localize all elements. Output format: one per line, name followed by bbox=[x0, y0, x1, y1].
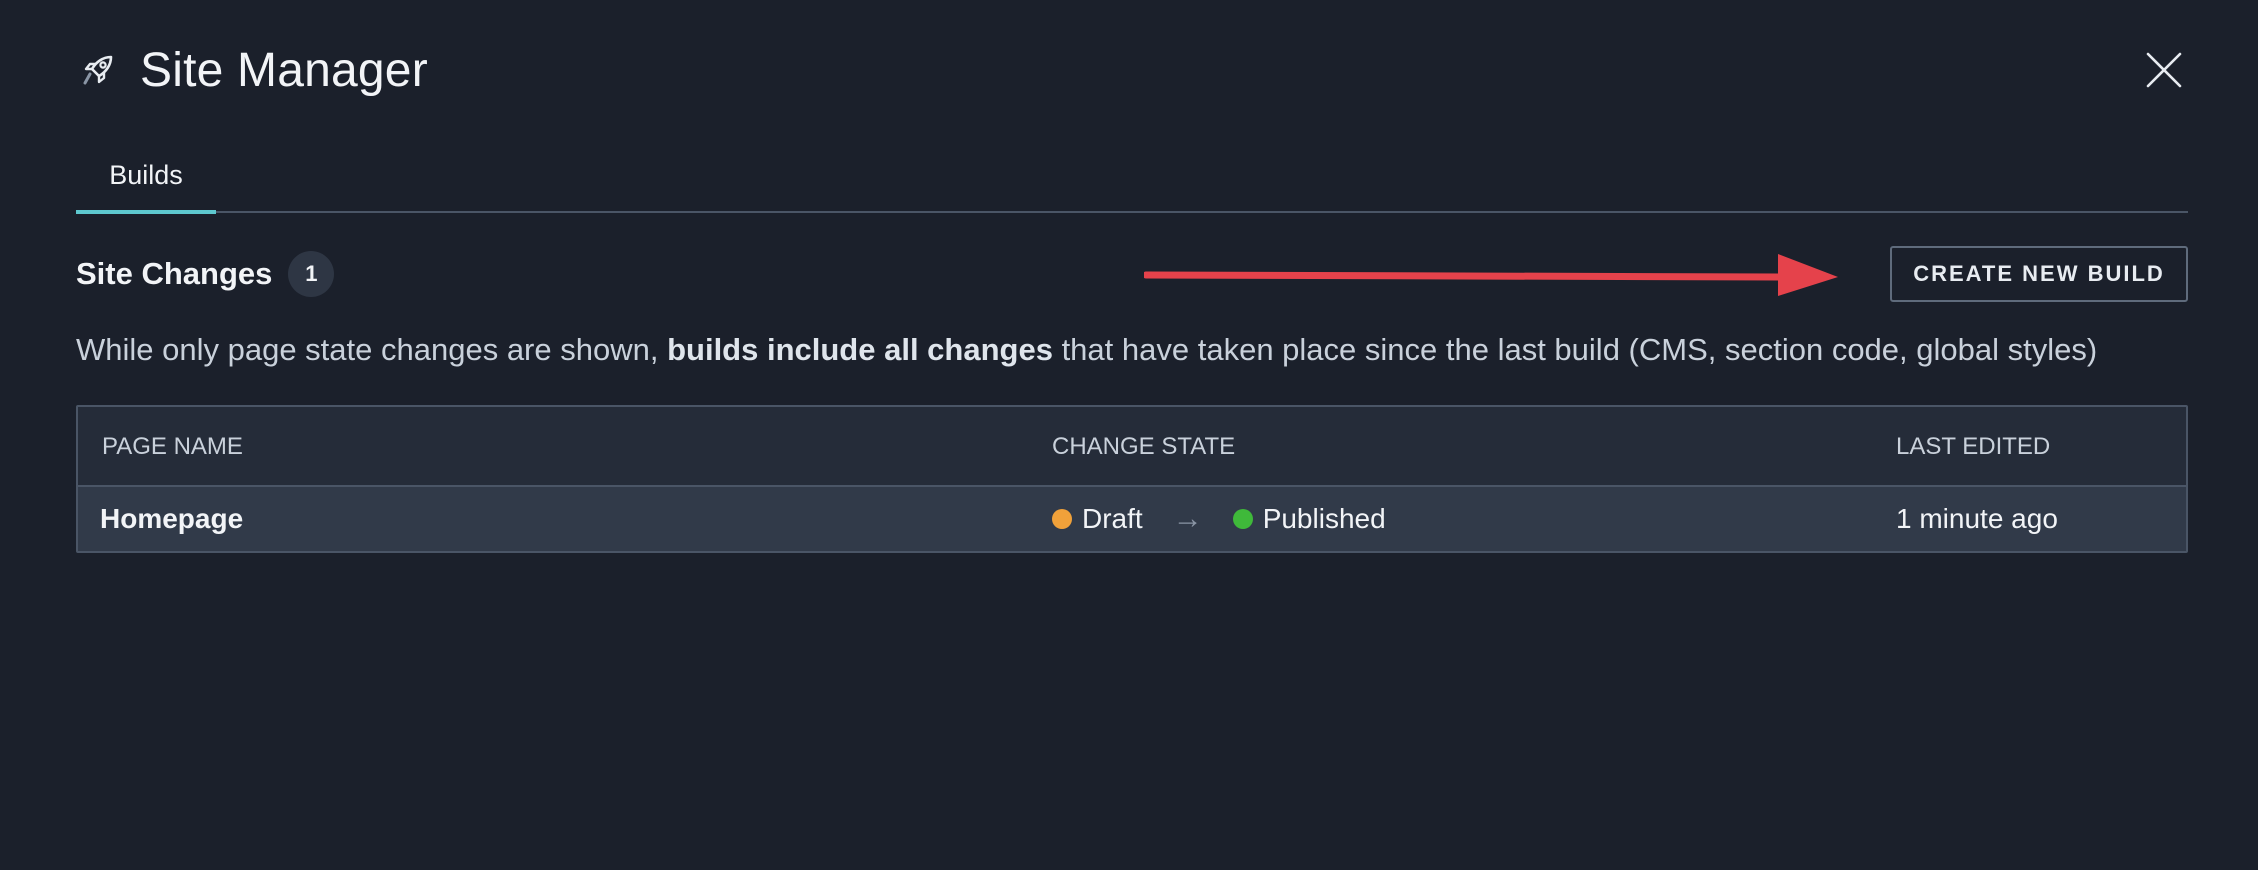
published-status-dot bbox=[1232, 509, 1253, 529]
change-state-cell: Draft → Published bbox=[1052, 487, 1386, 551]
description-bold: builds include all changes bbox=[667, 332, 1053, 367]
close-icon bbox=[2146, 52, 2182, 88]
to-state-label: Published bbox=[1262, 503, 1386, 534]
description-text: While only page state changes are shown,… bbox=[76, 332, 2196, 368]
column-header-last-edited[interactable]: LAST EDITED bbox=[1896, 407, 2050, 487]
draft-status-dot bbox=[1052, 509, 1072, 529]
page-name-cell: Homepage bbox=[100, 503, 244, 534]
last-edited-cell: 1 minute ago bbox=[1896, 503, 2058, 534]
column-header-page-name[interactable]: PAGE NAME bbox=[102, 407, 243, 487]
modal-header: Site Manager bbox=[76, 40, 428, 100]
table-header: PAGE NAME CHANGE STATE LAST EDITED bbox=[78, 407, 2186, 487]
table-row[interactable]: Homepage Draft → Published 1 minute ago bbox=[78, 487, 2186, 551]
count-badge: 1 bbox=[288, 251, 335, 297]
section-header: Site Changes 1 bbox=[76, 251, 335, 297]
from-state-label: Draft bbox=[1082, 503, 1143, 534]
section-title: Site Changes bbox=[76, 256, 273, 291]
description-post: that have taken place since the last bui… bbox=[1052, 332, 2098, 367]
close-button[interactable] bbox=[2144, 48, 2184, 92]
arrow-right-icon: → bbox=[1172, 502, 1203, 535]
description-pre: While only page state changes are shown, bbox=[76, 332, 668, 367]
tab-builds[interactable]: Builds bbox=[76, 150, 216, 213]
modal-title: Site Manager bbox=[140, 43, 428, 97]
rocket-icon bbox=[76, 48, 120, 92]
tab-label: Builds bbox=[109, 160, 183, 190]
column-header-change-state[interactable]: CHANGE STATE bbox=[1052, 407, 1235, 487]
create-new-build-button[interactable]: CREATE NEW BUILD bbox=[1890, 246, 2188, 302]
annotation-arrow-icon bbox=[1144, 254, 1838, 296]
tab-bar: Builds bbox=[76, 150, 2188, 214]
changes-table: PAGE NAME CHANGE STATE LAST EDITED Homep… bbox=[76, 405, 2188, 553]
active-tab-indicator bbox=[76, 210, 216, 214]
site-manager-modal: Site Manager Builds Site Changes 1 CREAT… bbox=[0, 0, 2258, 870]
